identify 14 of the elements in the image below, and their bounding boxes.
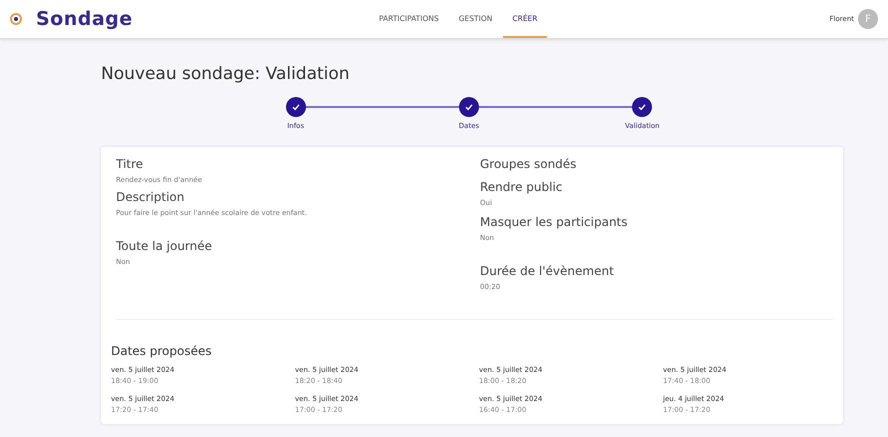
app-logo: Sondage bbox=[36, 8, 133, 30]
field-label: Titre bbox=[116, 157, 144, 171]
section-title: Dates proposées bbox=[111, 344, 213, 358]
check-icon bbox=[464, 103, 473, 111]
page-title: Nouveau sondage: Validation bbox=[101, 64, 351, 84]
field-label: Rendre public bbox=[480, 180, 564, 194]
field-label: Masquer les participants bbox=[480, 215, 629, 229]
field-label: Description bbox=[116, 190, 186, 204]
logo-icon bbox=[10, 13, 22, 25]
check-icon bbox=[638, 103, 646, 111]
field-label: Toute la journée bbox=[116, 239, 214, 253]
check-icon bbox=[292, 103, 300, 111]
field-label: Groupes sondés bbox=[480, 157, 578, 171]
field-label: Durée de l'évènement bbox=[480, 264, 615, 278]
